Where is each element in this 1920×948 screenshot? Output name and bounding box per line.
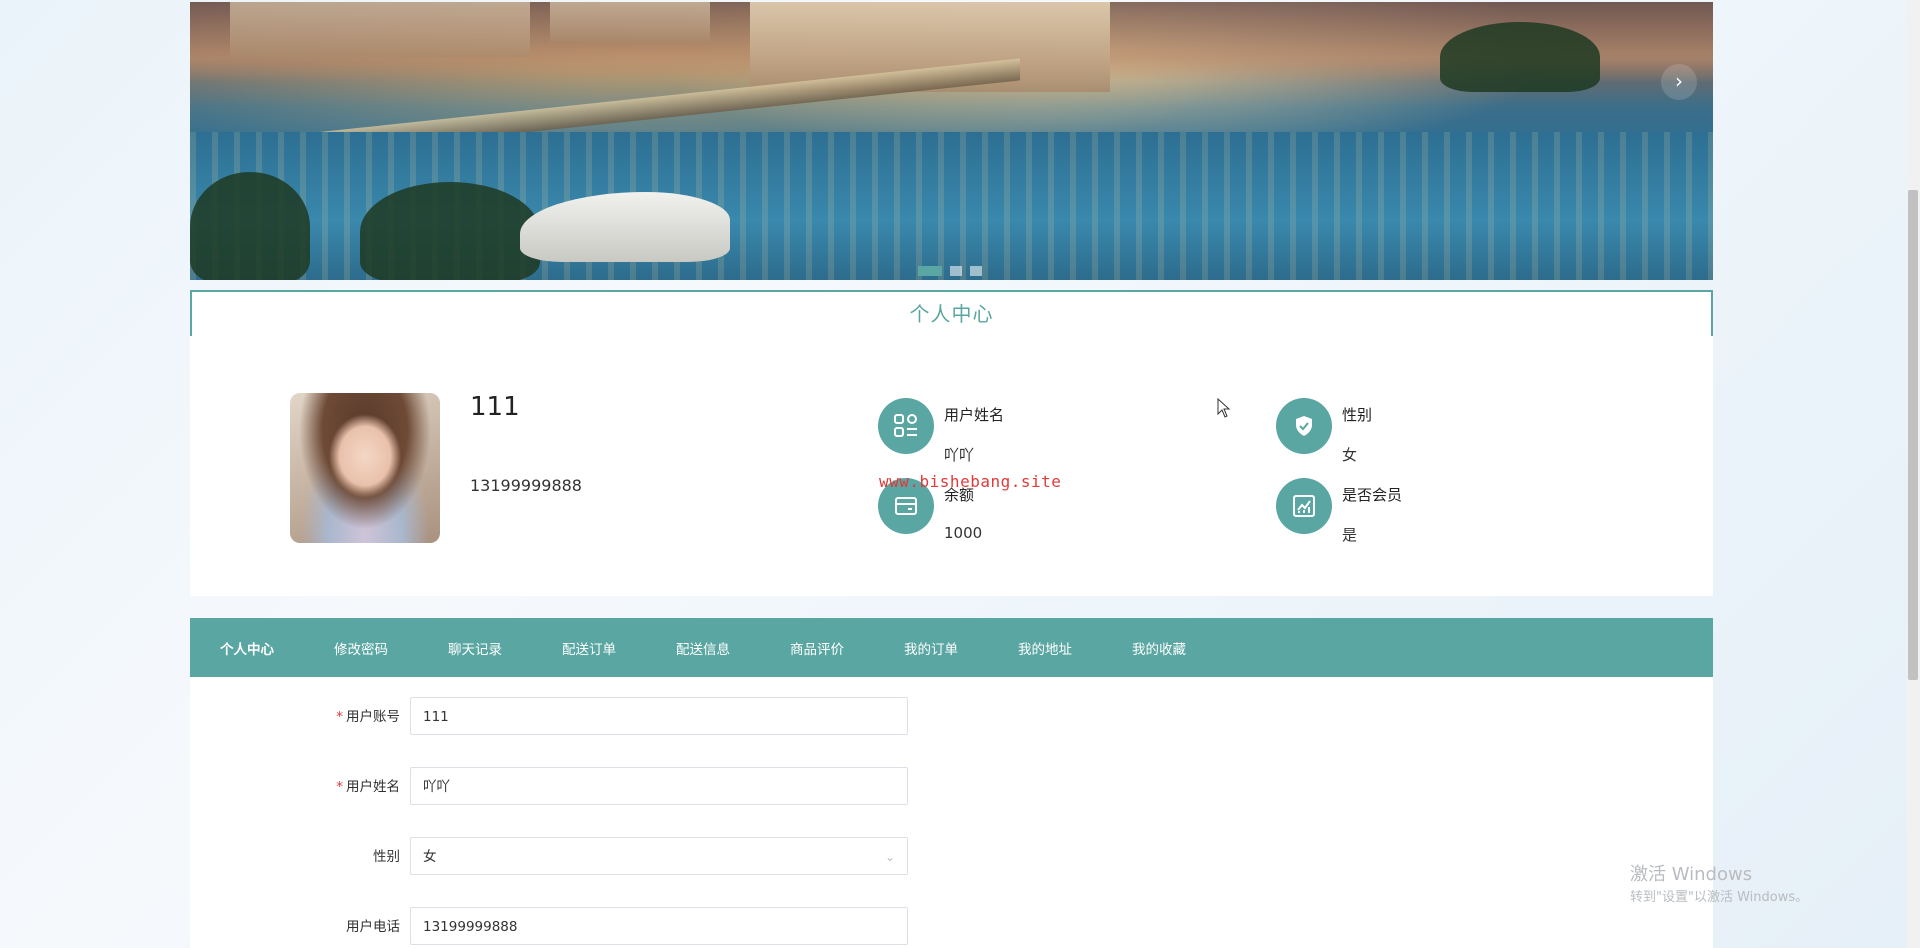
profile-form: * 用户账号 111 * 用户姓名 吖吖 性别 女 ⌄ 用户电话 131999998…	[190, 677, 1713, 948]
carousel-next-button[interactable]: ›	[1661, 64, 1697, 100]
shield-check-icon	[1276, 398, 1332, 454]
form-row-account: * 用户账号 111	[190, 697, 990, 737]
tab-my-favorites[interactable]: 我的收藏	[1132, 638, 1186, 658]
page-scrollbar[interactable]	[1906, 0, 1920, 948]
info-label: 性别	[1342, 406, 1373, 424]
avatar	[290, 393, 440, 543]
profile-card: 111 13199999888 用户姓名 吖吖 性别 女 余额 1000 是否会…	[190, 336, 1713, 596]
carousel-indicators	[918, 266, 982, 276]
required-mark: *	[336, 779, 343, 795]
form-row-name: * 用户姓名 吖吖	[190, 767, 990, 807]
tab-chat-history[interactable]: 聊天记录	[448, 638, 502, 658]
carousel-dot[interactable]	[918, 266, 942, 276]
banner-palm	[1440, 22, 1600, 92]
banner-building	[550, 2, 710, 42]
field-label: * 用户账号	[336, 709, 400, 725]
profile-phone: 13199999888	[470, 476, 582, 495]
gender-select[interactable]: 女 ⌄	[410, 837, 908, 875]
required-mark: *	[336, 709, 343, 725]
info-value: 吖吖	[944, 446, 975, 464]
field-label: * 用户姓名	[336, 779, 400, 795]
banner-palm	[190, 172, 310, 280]
phone-input[interactable]: 13199999888	[410, 907, 908, 945]
form-row-phone: 用户电话 13199999888	[190, 907, 990, 947]
info-value: 是	[1342, 526, 1358, 544]
watermark-text: www.bishebang.site	[879, 472, 1062, 491]
banner-palm	[360, 182, 540, 280]
section-title: 个人中心	[190, 290, 1713, 338]
tab-my-address[interactable]: 我的地址	[1018, 638, 1072, 658]
tab-delivery-orders[interactable]: 配送订单	[562, 638, 616, 658]
carousel-dot[interactable]	[970, 266, 982, 276]
tab-product-reviews[interactable]: 商品评价	[790, 638, 844, 658]
chart-icon	[1276, 478, 1332, 534]
field-label: 用户电话	[346, 919, 400, 935]
grid-list-icon	[878, 398, 934, 454]
profile-name: 111	[470, 392, 520, 422]
chevron-down-icon: ⌄	[884, 850, 895, 864]
name-input[interactable]: 吖吖	[410, 767, 908, 805]
field-label: 性别	[373, 849, 400, 865]
account-input[interactable]: 111	[410, 697, 908, 735]
info-label: 用户姓名	[944, 406, 1005, 424]
gender-select-value: 女	[423, 849, 437, 865]
info-label: 是否会员	[1342, 486, 1403, 504]
banner-building	[230, 2, 530, 57]
tab-my-orders[interactable]: 我的订单	[904, 638, 958, 658]
info-value: 女	[1342, 446, 1358, 464]
chevron-right-icon: ›	[1675, 69, 1683, 93]
scrollbar-thumb[interactable]	[1908, 190, 1918, 680]
mouse-cursor-icon	[1217, 398, 1231, 418]
info-value: 1000	[944, 524, 983, 542]
windows-activation-title: 激活 Windows	[1630, 864, 1753, 885]
form-row-gender: 性别 女 ⌄	[190, 837, 990, 877]
tab-delivery-info[interactable]: 配送信息	[676, 638, 730, 658]
windows-activation-subtitle: 转到"设置"以激活 Windows。	[1630, 890, 1809, 905]
tab-personal-center[interactable]: 个人中心	[220, 638, 274, 658]
tab-change-password[interactable]: 修改密码	[334, 638, 388, 658]
banner-carousel[interactable]: ›	[190, 2, 1713, 280]
profile-tabs: 个人中心 修改密码 聊天记录 配送订单 配送信息 商品评价 我的订单 我的地址 …	[190, 618, 1713, 677]
carousel-dot[interactable]	[950, 266, 962, 276]
